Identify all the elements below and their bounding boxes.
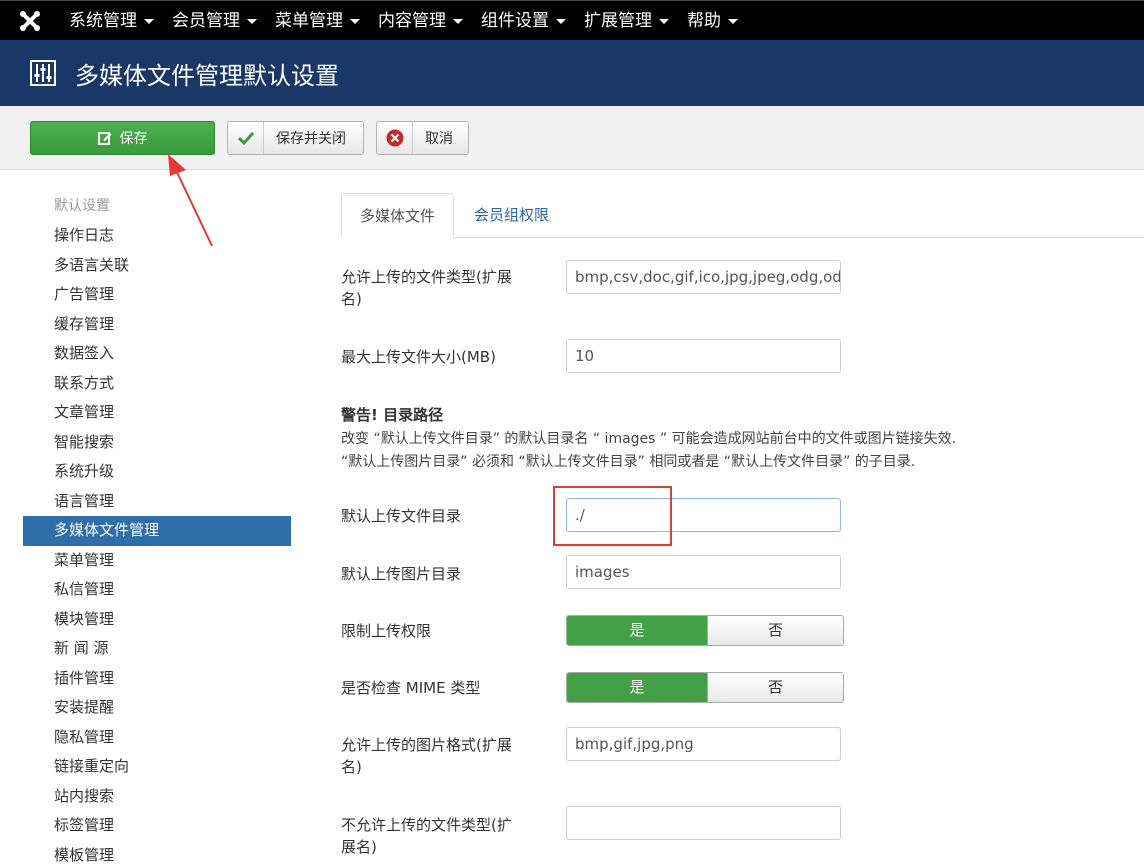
check-icon	[228, 122, 264, 154]
sidebar-item-checkin[interactable]: 数据签入	[23, 339, 291, 369]
illegal-ext-input[interactable]	[566, 806, 841, 840]
upload-ext-input[interactable]: bmp,csv,doc,gif,ico,jpg,jpeg,odg,odp	[566, 260, 841, 294]
sidebar: 默认设置 操作日志 多语言关联 广告管理 缓存管理 数据签入 联系方式 文章管理…	[23, 192, 291, 868]
cancel-label: 取消	[425, 131, 453, 147]
image-path-label: 默认上传图片目录	[341, 565, 462, 583]
mime-no-option[interactable]: 否	[707, 673, 843, 702]
page-title: 多媒体文件管理默认设置	[75, 61, 339, 90]
tab-media[interactable]: 多媒体文件	[341, 193, 454, 238]
sidebar-header: 默认设置	[54, 198, 110, 214]
caret-down-icon	[350, 19, 360, 24]
caret-down-icon	[144, 19, 154, 24]
restrict-uploads-toggle: 是 否	[566, 615, 844, 646]
nav-system[interactable]: 系统管理	[60, 1, 163, 41]
save-close-label: 保存并关闭	[276, 131, 346, 147]
warning-line-2: “默认上传图片目录” 必须和 “默认上传文件目录” 相同或者是 “默认上传文件目…	[341, 454, 916, 470]
upload-ext-label: 允许上传的文件类型(扩展 名)	[341, 268, 512, 308]
image-ext-input[interactable]: bmp,gif,jpg,png	[566, 727, 841, 761]
nav-components[interactable]: 组件设置	[472, 1, 575, 41]
sidebar-item-messages[interactable]: 私信管理	[23, 575, 291, 605]
sidebar-item-cache[interactable]: 缓存管理	[23, 310, 291, 340]
equalizer-icon	[30, 60, 56, 86]
sidebar-item-associations[interactable]: 多语言关联	[23, 251, 291, 281]
check-mime-label: 是否检查 MIME 类型	[341, 679, 481, 697]
warning-title: 警告! 目录路径	[341, 406, 444, 424]
nav-users[interactable]: 会员管理	[163, 1, 266, 41]
nav-menus[interactable]: 菜单管理	[266, 1, 369, 41]
sidebar-item-post-install[interactable]: 安装提醒	[23, 693, 291, 723]
nav-extensions[interactable]: 扩展管理	[575, 1, 678, 41]
sidebar-item-tags[interactable]: 标签管理	[23, 811, 291, 841]
sidebar-item-banners[interactable]: 广告管理	[23, 280, 291, 310]
restrict-uploads-label: 限制上传权限	[341, 622, 432, 640]
check-mime-toggle: 是 否	[566, 672, 844, 703]
sidebar-item-search[interactable]: 站内搜索	[23, 782, 291, 812]
edit-icon	[97, 132, 111, 145]
sidebar-item-templates[interactable]: 模板管理	[23, 841, 291, 868]
caret-down-icon	[453, 19, 463, 24]
image-ext-label: 允许上传的图片格式(扩展 名)	[341, 736, 512, 776]
cancel-circle-icon	[377, 122, 413, 154]
caret-down-icon	[556, 19, 566, 24]
cancel-button[interactable]: 取消	[376, 121, 469, 155]
file-path-label: 默认上传文件目录	[341, 507, 462, 525]
annotation-highlight-box	[553, 486, 672, 546]
sidebar-item-menus[interactable]: 菜单管理	[23, 546, 291, 576]
tab-permissions[interactable]: 会员组权限	[474, 193, 549, 238]
sidebar-item-newsfeeds[interactable]: 新 闻 源	[23, 634, 291, 664]
save-close-button[interactable]: 保存并关闭	[227, 121, 364, 155]
sidebar-item-languages[interactable]: 语言管理	[23, 487, 291, 517]
restrict-yes-option[interactable]: 是	[567, 616, 707, 645]
sidebar-item-update[interactable]: 系统升级	[23, 457, 291, 487]
max-size-label: 最大上传文件大小(MB)	[341, 348, 496, 366]
caret-down-icon	[247, 19, 257, 24]
nav-help[interactable]: 帮助	[678, 1, 747, 41]
tab-bar: 多媒体文件 会员组权限	[341, 193, 1144, 238]
restrict-no-option[interactable]: 否	[707, 616, 843, 645]
sidebar-item-articles[interactable]: 文章管理	[23, 398, 291, 428]
page-header: 多媒体文件管理默认设置	[0, 40, 1144, 106]
sidebar-item-modules[interactable]: 模块管理	[23, 605, 291, 635]
max-size-input[interactable]: 10	[566, 339, 841, 373]
joomla-logo-icon[interactable]	[0, 1, 60, 41]
nav-content[interactable]: 内容管理	[369, 1, 472, 41]
sidebar-item-redirects[interactable]: 链接重定向	[23, 752, 291, 782]
sidebar-item-action-log[interactable]: 操作日志	[23, 221, 291, 251]
sidebar-item-contacts[interactable]: 联系方式	[23, 369, 291, 399]
top-navbar: 系统管理 会员管理 菜单管理 内容管理 组件设置 扩展管理 帮助	[0, 0, 1144, 40]
warning-line-1: 改变 “默认上传文件目录” 的默认目录名 “ images ” 可能会造成网站前…	[341, 431, 957, 447]
mime-yes-option[interactable]: 是	[567, 673, 707, 702]
save-button-label: 保存	[119, 131, 148, 147]
illegal-ext-label: 不允许上传的文件类型(扩 展名)	[341, 816, 512, 856]
sidebar-item-privacy[interactable]: 隐私管理	[23, 723, 291, 753]
sidebar-item-smart-search[interactable]: 智能搜索	[23, 428, 291, 458]
image-path-input[interactable]: images	[566, 555, 841, 589]
sidebar-item-media[interactable]: 多媒体文件管理	[23, 516, 291, 546]
caret-down-icon	[659, 19, 669, 24]
caret-down-icon	[728, 19, 738, 24]
sidebar-item-plugins[interactable]: 插件管理	[23, 664, 291, 694]
